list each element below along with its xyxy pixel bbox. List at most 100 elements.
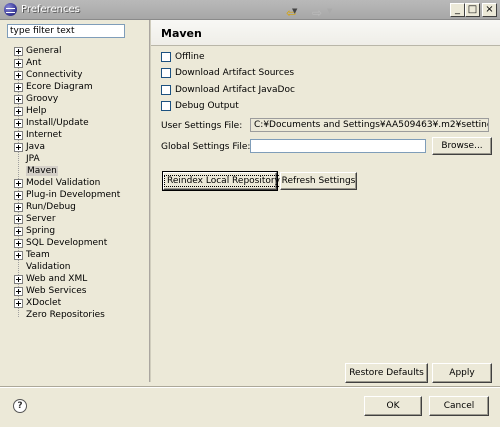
page-header: Maven: [151, 20, 500, 46]
page-title: Maven: [161, 27, 202, 40]
tree-item[interactable]: Run/Debug: [14, 202, 76, 214]
tree-item[interactable]: Zero Repositories: [14, 310, 105, 322]
tree-item-label: XDoclet: [26, 298, 62, 308]
tree-item[interactable]: SQL Development: [14, 238, 107, 250]
debug-output-checkbox[interactable]: Debug Output: [161, 101, 239, 113]
maximize-button[interactable]: □: [465, 3, 480, 17]
checkbox-box[interactable]: [161, 101, 171, 111]
tree-item-label: Ant: [26, 58, 42, 68]
checkbox-label: Offline: [175, 52, 205, 62]
tree-item[interactable]: Web and XML: [14, 274, 87, 286]
expand-toggle-icon[interactable]: [14, 190, 23, 200]
expand-toggle-icon[interactable]: [14, 214, 23, 224]
tree-item[interactable]: Groovy: [14, 94, 58, 106]
refresh-settings-button[interactable]: Refresh Settings: [280, 172, 357, 190]
expand-toggle-icon[interactable]: [14, 274, 23, 284]
tree-item[interactable]: Web Services: [14, 286, 86, 298]
tree-item[interactable]: XDoclet: [14, 298, 61, 310]
checkbox-box[interactable]: [161, 85, 171, 95]
tree-item[interactable]: Server: [14, 214, 56, 226]
restore-defaults-button[interactable]: Restore Defaults: [345, 363, 428, 383]
close-button[interactable]: ×: [482, 3, 497, 17]
browse-button[interactable]: Browse...: [432, 137, 492, 155]
footer-separator: [0, 386, 500, 388]
tree-item-label: Server: [26, 214, 56, 224]
tree-item-label: Zero Repositories: [26, 310, 105, 320]
expand-toggle-icon[interactable]: [14, 226, 23, 236]
expand-toggle-icon[interactable]: [14, 70, 23, 80]
download-javadoc-checkbox[interactable]: Download Artifact JavaDoc: [161, 85, 295, 97]
expand-toggle-icon[interactable]: [14, 142, 23, 152]
tree-item[interactable]: Connectivity: [14, 70, 82, 82]
forward-dropdown-icon[interactable]: ▼: [327, 7, 332, 15]
button-label: Reindex Local Repository: [164, 175, 283, 187]
help-icon[interactable]: ?: [13, 399, 27, 413]
reindex-local-repository-button[interactable]: Reindex Local Repository: [162, 171, 283, 191]
expand-toggle-icon[interactable]: [14, 178, 23, 188]
tree-item[interactable]: Ant: [14, 58, 41, 70]
expand-toggle-icon[interactable]: [14, 238, 23, 248]
back-dropdown-icon[interactable]: ▼: [292, 7, 297, 15]
expand-toggle-icon[interactable]: [14, 58, 23, 68]
tree-item[interactable]: Help: [14, 106, 47, 118]
tree-item-label: Spring: [26, 226, 56, 236]
tree-item-label: Java: [26, 142, 46, 152]
expand-toggle-icon[interactable]: [14, 286, 23, 296]
expand-toggle-icon[interactable]: [14, 46, 23, 56]
tree-item[interactable]: Internet: [14, 130, 62, 142]
tree-item[interactable]: Team: [14, 250, 50, 262]
tree-item[interactable]: Plug-in Development: [14, 190, 120, 202]
expand-toggle-icon[interactable]: [14, 130, 23, 140]
filter-input[interactable]: [7, 24, 125, 38]
expand-toggle-icon[interactable]: [14, 118, 23, 128]
download-sources-checkbox[interactable]: Download Artifact Sources: [161, 68, 294, 80]
checkbox-box[interactable]: [161, 68, 171, 78]
eclipse-icon: [4, 3, 17, 16]
global-settings-field[interactable]: [250, 139, 426, 153]
tree-item-label: Maven: [26, 166, 58, 176]
tree-item-label: General: [26, 46, 62, 56]
checkbox-box[interactable]: [161, 52, 171, 62]
user-settings-label: User Settings File:: [161, 121, 243, 131]
pane-splitter[interactable]: [149, 20, 151, 382]
ok-button[interactable]: OK: [364, 396, 422, 416]
apply-button[interactable]: Apply: [432, 363, 492, 383]
tree-item-label: Internet: [26, 130, 62, 140]
expand-toggle-icon[interactable]: [14, 82, 23, 92]
tree-item[interactable]: General: [14, 46, 61, 58]
tree-item-label: Ecore Diagram: [26, 82, 93, 92]
tree-item-label: Team: [26, 250, 50, 260]
tree-item[interactable]: Maven: [14, 166, 58, 178]
tree-item-label: Validation: [26, 262, 71, 272]
tree-item-label: SQL Development: [26, 238, 108, 248]
forward-arrow-icon[interactable]: ⇨: [312, 6, 322, 20]
title-bar[interactable]: Preferences _ □ ×: [0, 0, 500, 20]
expand-toggle-icon[interactable]: [14, 250, 23, 260]
tree-item-label: Install/Update: [26, 118, 89, 128]
tree-item-label: Plug-in Development: [26, 190, 121, 200]
checkbox-label: Download Artifact Sources: [175, 68, 295, 78]
minimize-button[interactable]: _: [450, 3, 465, 17]
tree-item[interactable]: Validation: [14, 262, 70, 274]
tree-item-label: Run/Debug: [26, 202, 76, 212]
tree-item-label: Web Services: [26, 286, 87, 296]
window-title: Preferences: [21, 4, 80, 15]
expand-toggle-icon[interactable]: [14, 94, 23, 104]
expand-toggle-icon[interactable]: [14, 298, 23, 308]
checkbox-label: Debug Output: [175, 101, 239, 111]
tree-item-label: Connectivity: [26, 70, 83, 80]
tree-item[interactable]: JPA: [14, 154, 40, 166]
offline-checkbox[interactable]: Offline: [161, 52, 205, 64]
tree-item[interactable]: Ecore Diagram: [14, 82, 93, 94]
expand-toggle-icon[interactable]: [14, 202, 23, 212]
tree-item-label: Model Validation: [26, 178, 101, 188]
checkbox-label: Download Artifact JavaDoc: [175, 85, 295, 95]
tree-item[interactable]: Spring: [14, 226, 55, 238]
tree-item-label: Web and XML: [26, 274, 88, 284]
tree-item[interactable]: Model Validation: [14, 178, 100, 190]
tree-item-label: Help: [26, 106, 47, 116]
cancel-button[interactable]: Cancel: [429, 396, 489, 416]
expand-toggle-icon[interactable]: [14, 106, 23, 116]
tree-item[interactable]: Install/Update: [14, 118, 89, 130]
tree-item[interactable]: Java: [14, 142, 45, 154]
